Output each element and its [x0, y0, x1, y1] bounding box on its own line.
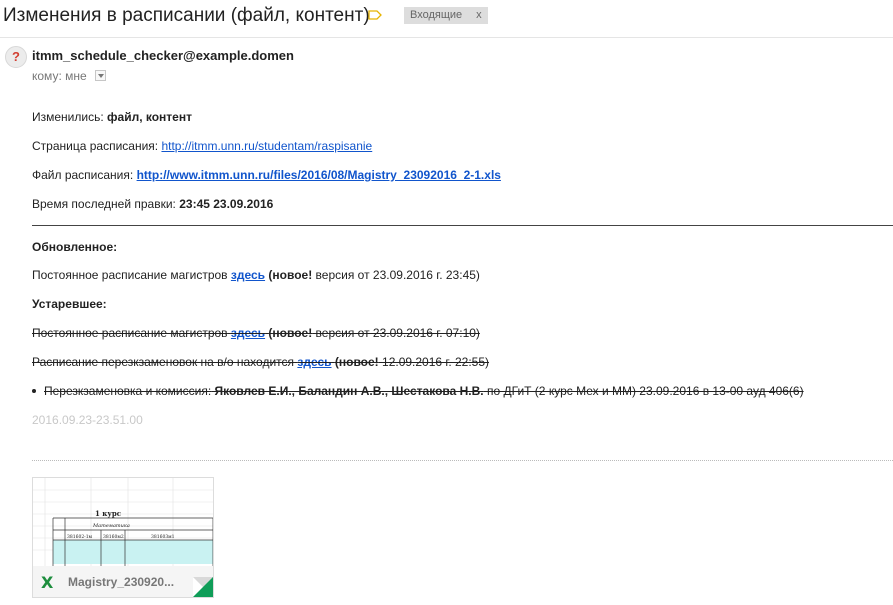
bullet-icon [32, 389, 36, 393]
outdated-schedule-line: Постоянное расписание магистров здесь (н… [32, 326, 480, 340]
sender-email[interactable]: itmm_schedule_checker@example.domen [32, 48, 294, 63]
to-value: мне [65, 69, 87, 83]
outdated1-new-word: новое! [272, 326, 313, 340]
schedule-file-link[interactable]: http://www.itmm.unn.ru/files/2016/08/Mag… [137, 168, 501, 182]
schedule-page-line: Страница расписания: http://itmm.unn.ru/… [32, 139, 372, 153]
attachment-thumbnail[interactable]: 1 курс Математика 381602-1м 38160м2 3816… [33, 478, 213, 566]
attachment-filename[interactable]: Magistry_230920... [68, 575, 174, 589]
outdated-bullet-item: Перезкзаменовка и комиссия: Яковлев Е.И.… [32, 384, 804, 398]
updated-line-suffix: версия от 23.09.2016 г. 23:45) [315, 268, 480, 282]
outdated-line2-text: Расписание перезкзаменовок на в/о находи… [32, 355, 295, 369]
subject-bar: Изменения в расписании (файл, контент) В… [0, 0, 893, 34]
schedule-file-line: Файл расписания: http://www.itmm.unn.ru/… [32, 168, 501, 182]
schedule-page-link[interactable]: http://itmm.unn.ru/studentam/raspisanie [161, 139, 372, 153]
schedule-file-label: Файл расписания: [32, 168, 134, 182]
bullet-prefix: Перезкзаменовка и комиссия: [44, 384, 212, 398]
message-timestamp: 2016.09.23-23.51.00 [32, 413, 143, 427]
thumb-group-2: 38160м2 [103, 534, 124, 540]
outdated-line2-suffix: 12.09.2016 г. 22:55) [382, 355, 490, 369]
remove-label-button[interactable]: x [476, 9, 482, 21]
email-subject: Изменения в расписании (файл, контент) [3, 5, 370, 26]
excel-file-icon: X [41, 573, 54, 592]
thumb-group-1: 381602-1м [67, 534, 93, 540]
label-tag-icon[interactable] [368, 10, 382, 20]
outdated-here-link-2[interactable]: здесь [297, 355, 331, 369]
updated-heading: Обновленное: [32, 240, 118, 254]
updated-schedule-line: Постоянное расписание магистров здесь (н… [32, 268, 480, 282]
sender-avatar[interactable]: ? [5, 46, 27, 68]
to-label: кому: [32, 69, 62, 83]
attachment-footer[interactable]: X Magistry_230920... [33, 566, 213, 597]
changed-line: Изменились: файл, контент [32, 110, 192, 124]
thumb-subject: Математика [92, 523, 130, 529]
header-divider [0, 37, 893, 38]
outdated-heading: Устаревшее: [32, 297, 107, 311]
excel-corner-icon [193, 577, 213, 597]
updated-here-link[interactable]: здесь [231, 268, 265, 282]
changed-value: файл, контент [107, 110, 192, 124]
updated-new-word: новое! [272, 268, 313, 282]
schedule-page-label: Страница расписания: [32, 139, 159, 153]
thumb-course-title: 1 курс [95, 509, 121, 518]
outdated-reexam-line: Расписание перезкзаменовок на в/о находи… [32, 355, 489, 369]
thumb-group-3: 381603м1 [151, 534, 175, 540]
last-edit-value: 23:45 23.09.2016 [179, 197, 274, 211]
outdated-here-link-1[interactable]: здесь [231, 326, 265, 340]
attachment-card[interactable]: 1 курс Математика 381602-1м 38160м2 3816… [32, 477, 214, 598]
inbox-label-text: Входящие [410, 9, 463, 21]
inbox-label-chip[interactable]: Входящие x [404, 7, 488, 24]
updated-line-text: Постоянное расписание магистров [32, 268, 228, 282]
recipient-line: кому: мне [32, 69, 107, 83]
outdated-line1-text: Постоянное расписание магистров [32, 326, 228, 340]
outdated2-new-word: новое! [338, 355, 379, 369]
changed-label: Изменились: [32, 110, 104, 124]
content-divider [32, 225, 893, 226]
last-edit-line: Время последней правки: 23:45 23.09.2016 [32, 197, 273, 211]
last-edit-label: Время последней правки: [32, 197, 176, 211]
outdated-line1-suffix: версия от 23.09.2016 г. 07:10) [315, 326, 480, 340]
attachments-separator [32, 460, 893, 461]
bullet-suffix: по ДГиТ (2 курс Мех и ММ) 23.09.2016 в 1… [486, 384, 804, 398]
details-dropdown-icon[interactable] [95, 70, 107, 81]
bullet-names: Яковлев Е.И., Баландин А.В., Шестакова Н… [214, 384, 484, 398]
